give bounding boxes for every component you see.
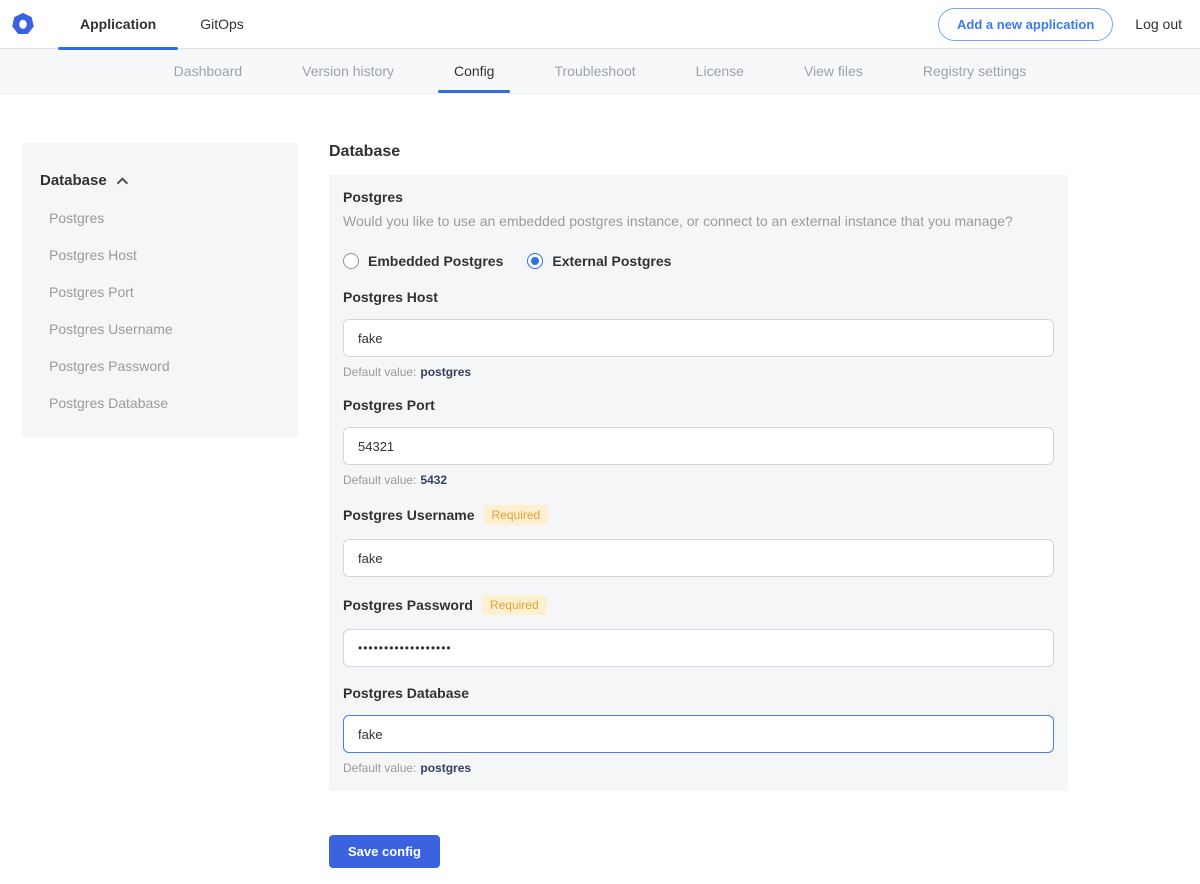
sidebar-item-postgres-port[interactable]: Postgres Port bbox=[49, 284, 280, 300]
default-value: 5432 bbox=[420, 473, 447, 487]
default-label: Default value: bbox=[343, 761, 416, 775]
field-postgres-port: Postgres Port Default value: 5432 bbox=[343, 397, 1054, 487]
sidebar-group-database[interactable]: Database bbox=[40, 172, 280, 189]
subnav-item-registry-settings[interactable]: Registry settings bbox=[907, 49, 1042, 93]
field-postgres-host: Postgres Host Default value: postgres bbox=[343, 289, 1054, 379]
subnav-item-version-history[interactable]: Version history bbox=[286, 49, 410, 93]
radio-external-postgres-label: External Postgres bbox=[552, 253, 671, 269]
postgres-mode-radio-group: Embedded Postgres External Postgres bbox=[343, 253, 1054, 269]
postgres-password-input[interactable] bbox=[343, 629, 1054, 667]
save-config-button[interactable]: Save config bbox=[329, 835, 440, 868]
postgres-port-default: Default value: 5432 bbox=[343, 473, 1054, 487]
radio-external-postgres[interactable]: External Postgres bbox=[527, 253, 671, 269]
sidebar-group-database-label: Database bbox=[40, 172, 107, 189]
content-area: Database Postgres Postgres Host Postgres… bbox=[0, 143, 1200, 884]
required-badge: Required bbox=[484, 505, 549, 525]
subnav-item-config[interactable]: Config bbox=[438, 49, 510, 93]
sidebar-item-postgres-username[interactable]: Postgres Username bbox=[49, 321, 280, 337]
radio-embedded-postgres[interactable]: Embedded Postgres bbox=[343, 253, 503, 269]
postgres-host-default: Default value: postgres bbox=[343, 365, 1054, 379]
required-badge: Required bbox=[482, 595, 547, 615]
field-postgres-password: Postgres Password Required bbox=[343, 595, 1054, 667]
tab-gitops[interactable]: GitOps bbox=[178, 0, 266, 49]
postgres-host-input[interactable] bbox=[343, 319, 1054, 357]
radio-embedded-postgres-label: Embedded Postgres bbox=[368, 253, 503, 269]
page-title: Database bbox=[329, 143, 1068, 161]
default-label: Default value: bbox=[343, 365, 416, 379]
postgres-database-default: Default value: postgres bbox=[343, 761, 1054, 775]
field-postgres-password-label: Postgres Password bbox=[343, 597, 473, 613]
field-postgres-username-label: Postgres Username bbox=[343, 507, 475, 523]
top-nav: Application GitOps Add a new application… bbox=[0, 0, 1200, 49]
default-label: Default value: bbox=[343, 473, 416, 487]
sidebar-item-postgres-host[interactable]: Postgres Host bbox=[49, 247, 280, 263]
field-postgres-host-label: Postgres Host bbox=[343, 289, 438, 305]
subnav-item-troubleshoot[interactable]: Troubleshoot bbox=[538, 49, 651, 93]
config-main: Database Postgres Would you like to use … bbox=[329, 143, 1068, 884]
postgres-database-input[interactable] bbox=[343, 715, 1054, 753]
field-postgres-database: Postgres Database Default value: postgres bbox=[343, 685, 1054, 775]
field-postgres-port-label: Postgres Port bbox=[343, 397, 435, 413]
field-postgres-database-label: Postgres Database bbox=[343, 685, 469, 701]
add-new-application-button[interactable]: Add a new application bbox=[938, 8, 1113, 41]
config-sidebar: Database Postgres Postgres Host Postgres… bbox=[22, 143, 298, 437]
default-value: postgres bbox=[420, 761, 471, 775]
postgres-username-input[interactable] bbox=[343, 539, 1054, 577]
tab-gitops-label: GitOps bbox=[200, 16, 244, 32]
tab-application-label: Application bbox=[80, 16, 156, 32]
postgres-port-input[interactable] bbox=[343, 427, 1054, 465]
group-help-text: Would you like to use an embedded postgr… bbox=[343, 211, 1054, 231]
tab-application[interactable]: Application bbox=[58, 0, 178, 49]
sidebar-item-postgres-password[interactable]: Postgres Password bbox=[49, 358, 280, 374]
app-sub-nav: Dashboard Version history Config Trouble… bbox=[0, 49, 1200, 94]
logout-link[interactable]: Log out bbox=[1135, 16, 1182, 32]
subnav-item-view-files[interactable]: View files bbox=[788, 49, 879, 93]
radio-checked-icon bbox=[527, 253, 543, 269]
sidebar-item-postgres-database[interactable]: Postgres Database bbox=[49, 395, 280, 411]
sidebar-item-postgres[interactable]: Postgres bbox=[49, 210, 280, 226]
app-logo-icon bbox=[12, 13, 34, 35]
group-label-postgres: Postgres bbox=[343, 189, 1054, 205]
top-nav-right: Add a new application Log out bbox=[938, 8, 1200, 41]
default-value: postgres bbox=[420, 365, 471, 379]
subnav-item-dashboard[interactable]: Dashboard bbox=[158, 49, 259, 93]
field-postgres-username: Postgres Username Required bbox=[343, 505, 1054, 577]
radio-unchecked-icon bbox=[343, 253, 359, 269]
subnav-item-license[interactable]: License bbox=[680, 49, 760, 93]
chevron-up-icon bbox=[116, 177, 127, 188]
config-group-card: Postgres Would you like to use an embedd… bbox=[329, 175, 1068, 791]
